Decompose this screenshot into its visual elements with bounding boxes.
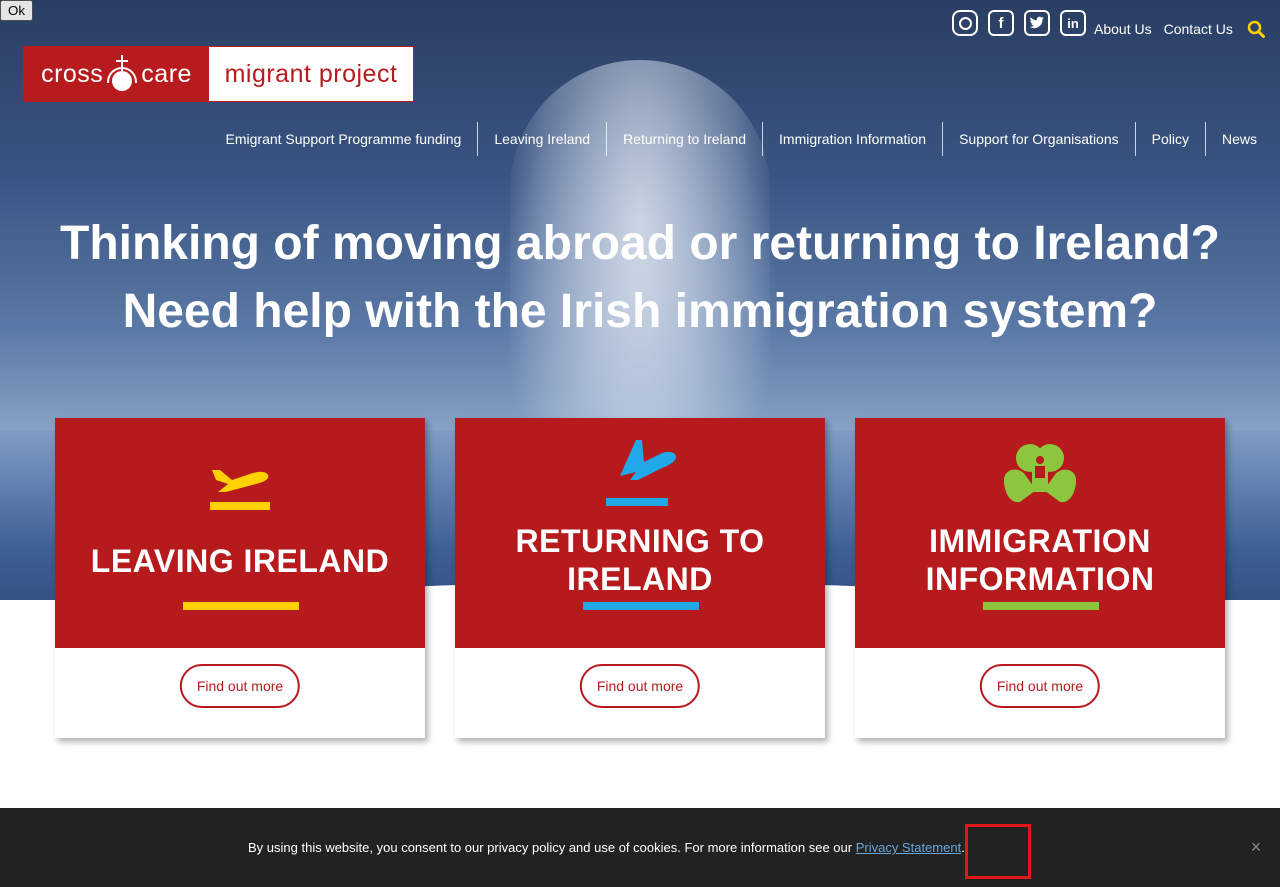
facebook-icon[interactable]: f xyxy=(988,10,1014,36)
card-title: LEAVING IRELAND xyxy=(90,543,390,579)
search-icon[interactable] xyxy=(1247,20,1265,38)
nav-returning-to-ireland[interactable]: Returning to Ireland xyxy=(606,122,762,156)
plane-takeoff-icon xyxy=(210,470,270,510)
contact-us-link[interactable]: Contact Us xyxy=(1164,21,1233,37)
privacy-statement-link[interactable]: Privacy Statement xyxy=(856,840,962,855)
card-returning-to-ireland: RETURNING TO IRELAND Find out more xyxy=(455,418,825,738)
card-immigration-panel[interactable]: IMMIGRATION INFORMATION xyxy=(855,418,1225,648)
linkedin-icon[interactable]: in xyxy=(1060,10,1086,36)
site-logo[interactable]: cross care migrant project xyxy=(23,46,414,102)
hero-headline: Thinking of moving abroad or returning t… xyxy=(0,210,1280,346)
twitter-icon[interactable] xyxy=(1024,10,1050,36)
cookie-message: By using this website, you consent to ou… xyxy=(248,840,853,855)
card-accent-bar xyxy=(583,602,699,610)
nav-news[interactable]: News xyxy=(1204,122,1265,156)
card-title: RETURNING TO IRELAND xyxy=(455,522,825,598)
logo-migrant-project: migrant project xyxy=(209,47,413,101)
nav-immigration-information[interactable]: Immigration Information xyxy=(762,122,942,156)
instagram-icon[interactable] xyxy=(952,10,978,36)
logo-text-cross: cross xyxy=(41,59,104,88)
card-title-line-1: IMMIGRATION xyxy=(929,523,1151,559)
logo-crosscare: cross care xyxy=(24,47,209,101)
ok-button-highlight xyxy=(965,824,1031,879)
nav-policy[interactable]: Policy xyxy=(1134,122,1205,156)
card-title-line-2: INFORMATION xyxy=(925,561,1155,597)
card-title-line-2: IRELAND xyxy=(567,561,713,597)
card-leaving-ireland-panel[interactable]: LEAVING IRELAND xyxy=(55,418,425,648)
card-accent-bar xyxy=(183,602,299,610)
shamrock-icon xyxy=(1004,444,1076,503)
close-icon[interactable]: × xyxy=(1247,838,1265,856)
find-out-more-button[interactable]: Find out more xyxy=(979,664,1101,708)
top-links: About Us Contact Us xyxy=(1094,21,1233,37)
social-links: f in xyxy=(952,10,1086,36)
find-out-more-button[interactable]: Find out more xyxy=(579,664,701,708)
nav-leaving-ireland[interactable]: Leaving Ireland xyxy=(477,122,606,156)
hero-line-2: Need help with the Irish immigration sys… xyxy=(122,285,1158,338)
about-us-link[interactable]: About Us xyxy=(1094,21,1152,37)
cookie-ok-button[interactable]: Ok xyxy=(0,0,34,21)
card-returning-panel[interactable]: RETURNING TO IRELAND xyxy=(455,418,825,648)
hero-line-1: Thinking of moving abroad or returning t… xyxy=(60,217,1220,270)
cookie-text: By using this website, you consent to ou… xyxy=(248,840,965,855)
card-immigration-information: IMMIGRATION INFORMATION Find out more xyxy=(855,418,1225,738)
card-title: IMMIGRATION INFORMATION xyxy=(855,522,1225,598)
card-title-line-1: RETURNING TO xyxy=(515,523,765,559)
nav-emigrant-support[interactable]: Emigrant Support Programme funding xyxy=(210,122,478,156)
nav-support-for-organisations[interactable]: Support for Organisations xyxy=(942,122,1135,156)
main-navigation: Emigrant Support Programme funding Leavi… xyxy=(210,122,1265,156)
plane-landing-icon xyxy=(606,440,676,506)
card-leaving-ireland: LEAVING IRELAND Find out more xyxy=(55,418,425,738)
logo-cross-icon xyxy=(107,55,138,91)
cookie-notice: By using this website, you consent to ou… xyxy=(0,808,1280,887)
find-out-more-button[interactable]: Find out more xyxy=(179,664,301,708)
card-accent-bar xyxy=(983,602,1099,610)
logo-text-care: care xyxy=(141,59,192,88)
